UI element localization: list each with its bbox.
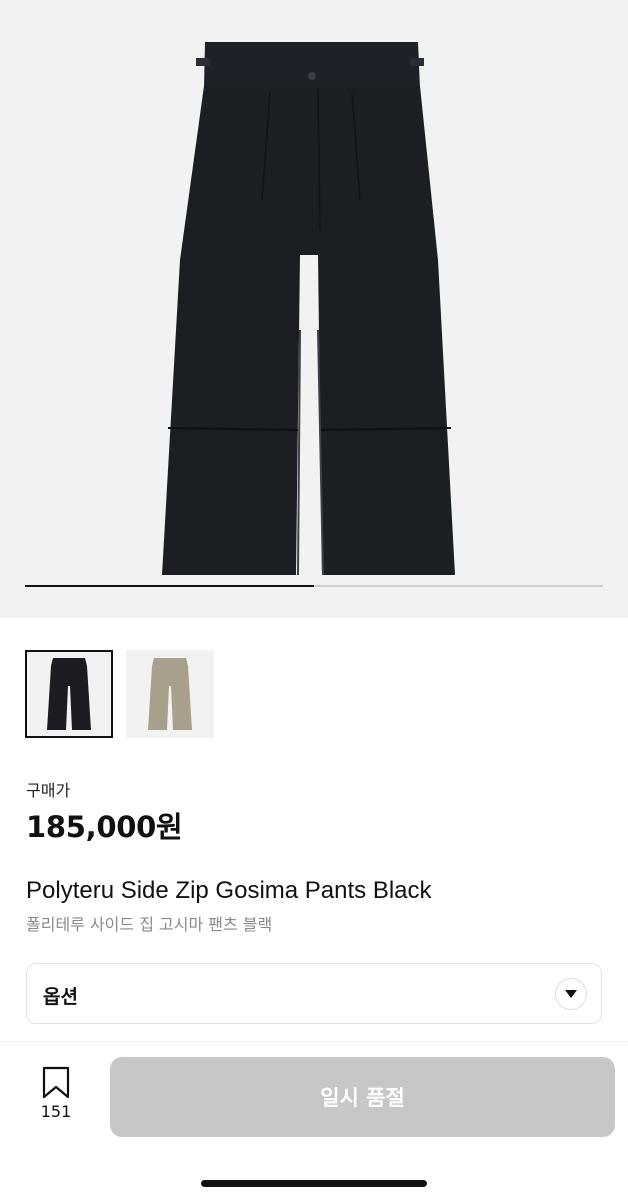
sold-out-button[interactable]: 일시 품절 [110,1057,615,1137]
option-select[interactable]: 옵션 [26,963,602,1024]
option-label: 옵션 [43,986,78,1008]
product-title-ko: 폴리테루 사이드 집 고시마 팬츠 블랙 [26,915,273,934]
gallery-progress-fill [25,585,314,587]
bookmark-count: 151 [40,1102,72,1121]
home-indicator [201,1180,427,1187]
gallery-progress-bar [25,585,603,587]
product-image-gallery[interactable] [0,0,628,618]
thumbnail-beige-image [148,658,192,730]
product-title-en: Polyteru Side Zip Gosima Pants Black [26,877,432,904]
price-value: 185,000원 [26,810,183,844]
product-main-image [162,42,455,576]
thumbnail-black[interactable] [25,650,113,738]
thumbnail-black-image [47,658,91,730]
bookmark-button[interactable]: 151 [34,1066,78,1126]
thumbnail-beige[interactable] [126,650,214,738]
bottom-bar-divider [0,1041,628,1042]
bookmark-icon [42,1066,70,1099]
thumbnail-list [25,650,214,738]
triangle-down-icon [555,978,587,1010]
price-label: 구매가 [26,781,71,800]
